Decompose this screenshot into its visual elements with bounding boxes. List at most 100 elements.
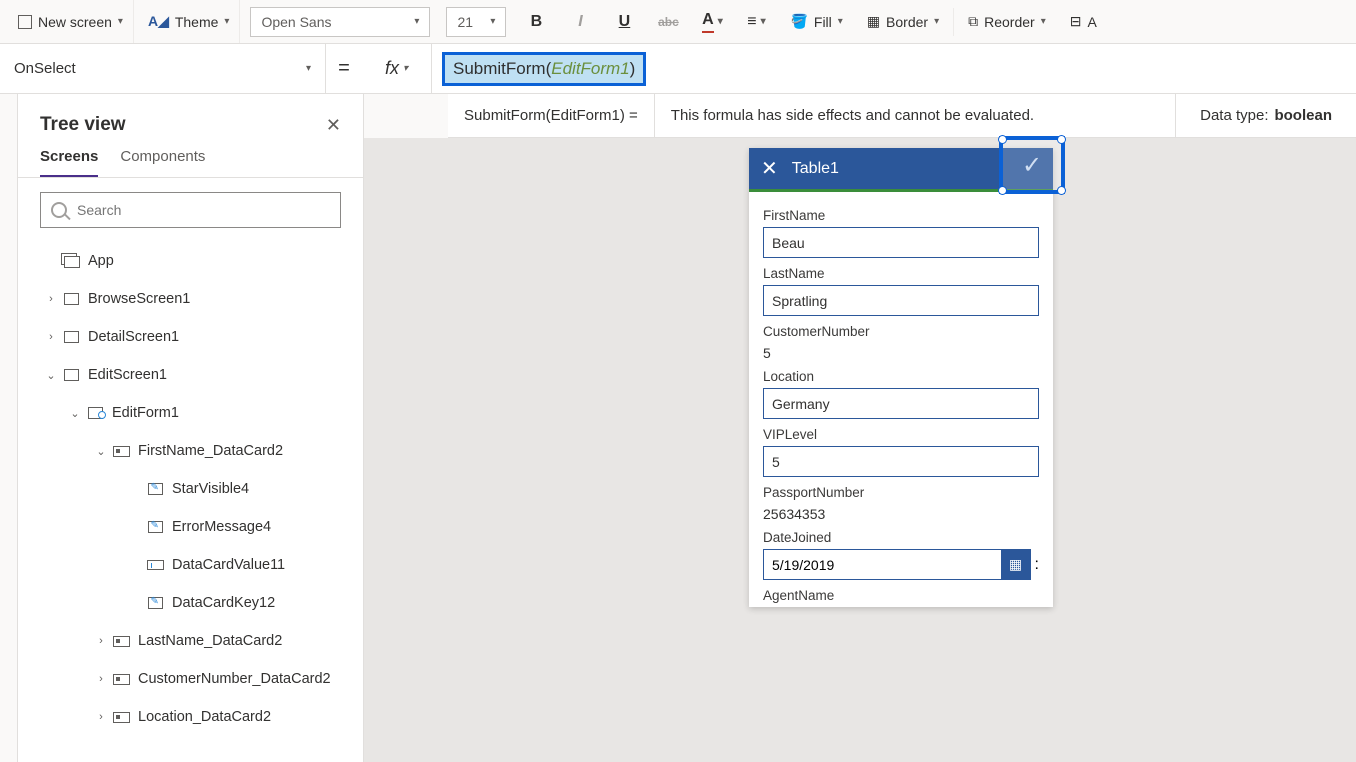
- equals-label: =: [326, 57, 362, 80]
- chevron-down-icon: ▾: [224, 16, 229, 27]
- italic-button[interactable]: I: [560, 0, 600, 43]
- date-input[interactable]: [763, 549, 1001, 580]
- check-icon: ✓: [1022, 151, 1042, 180]
- underline-button[interactable]: U: [604, 0, 644, 43]
- font-combo[interactable]: Open Sans ▾: [250, 7, 430, 37]
- tree-node-datacardvalue[interactable]: DataCardValue11: [18, 546, 363, 584]
- new-screen-button[interactable]: New screen ▾: [8, 0, 134, 43]
- strike-button[interactable]: abc: [648, 0, 688, 43]
- chevron-down-icon: ▾: [838, 16, 843, 27]
- tree-node-location-card[interactable]: ›Location_DataCard2: [18, 698, 363, 736]
- datacard-icon: [113, 636, 130, 647]
- tree-label: BrowseScreen1: [88, 291, 190, 307]
- fill-button[interactable]: 🪣 Fill ▾: [780, 0, 852, 43]
- submit-button[interactable]: ✓: [999, 136, 1065, 194]
- chevron-down-icon: ▾: [934, 16, 939, 27]
- chevron-down-icon: ▾: [306, 63, 311, 74]
- formula-input[interactable]: SubmitForm(EditForm1): [442, 52, 646, 86]
- fontcolor-button[interactable]: A▾: [692, 0, 732, 43]
- firstname-input[interactable]: [763, 227, 1039, 258]
- tree-label: LastName_DataCard2: [138, 633, 282, 649]
- custnum-value: 5: [763, 345, 1039, 361]
- top-toolbar: New screen ▾ A◢ Theme ▾ Open Sans ▾ 21 ▾…: [0, 0, 1356, 44]
- lastname-input[interactable]: [763, 285, 1039, 316]
- close-icon[interactable]: ✕: [326, 115, 341, 136]
- tab-screens[interactable]: Screens: [40, 148, 98, 177]
- tree-label: EditScreen1: [88, 367, 167, 383]
- agent-label: AgentName: [763, 588, 1039, 603]
- chevron-down-icon: ▾: [490, 16, 495, 27]
- tree-node-browsescreen[interactable]: ›BrowseScreen1: [18, 280, 363, 318]
- bold-button[interactable]: B: [516, 0, 556, 43]
- tree-node-firstname-card[interactable]: ⌄FirstName_DataCard2: [18, 432, 363, 470]
- fill-label: Fill: [814, 14, 832, 30]
- formula-bar: OnSelect ▾ = fx ▾ SubmitForm(EditForm1): [0, 44, 1356, 94]
- tree-node-custnum-card[interactable]: ›CustomerNumber_DataCard2: [18, 660, 363, 698]
- border-icon: ▦: [867, 13, 880, 30]
- formula-fn-name: SubmitForm: [453, 59, 546, 78]
- passport-value: 25634353: [763, 506, 1039, 522]
- theme-button[interactable]: A◢ Theme ▾: [138, 0, 241, 43]
- fontsize-combo[interactable]: 21 ▾: [446, 7, 506, 37]
- form-preview: ✕ Table1 ✓ FirstName LastName CustomerNu…: [749, 148, 1053, 607]
- search-input[interactable]: [77, 202, 330, 218]
- form-body: FirstName LastName CustomerNumber 5 Loca…: [749, 192, 1053, 607]
- align-icon: ≡: [747, 13, 756, 31]
- chevron-down-icon: ▾: [118, 16, 123, 27]
- fontsize-value: 21: [457, 14, 473, 30]
- textinput-icon: [147, 560, 164, 570]
- reorder-icon: ⧉: [968, 13, 978, 30]
- lastname-label: LastName: [763, 266, 1039, 281]
- screen-icon: [64, 331, 79, 343]
- label-icon: [148, 597, 163, 609]
- chevron-down-icon: ▾: [718, 16, 723, 27]
- search-icon: [51, 202, 67, 218]
- tree-label: DataCardValue11: [172, 557, 285, 573]
- vip-input[interactable]: [763, 446, 1039, 477]
- border-button[interactable]: ▦ Border ▾: [857, 0, 949, 43]
- tree-node-datacardkey[interactable]: DataCardKey12: [18, 584, 363, 622]
- tree-node-starvisible[interactable]: StarVisible4: [18, 470, 363, 508]
- fx-button[interactable]: fx ▾: [362, 44, 432, 93]
- calendar-icon: ▦: [1009, 556, 1022, 573]
- app-icon: [63, 255, 79, 267]
- tab-components[interactable]: Components: [120, 148, 205, 177]
- tree-node-lastname-card[interactable]: ›LastName_DataCard2: [18, 622, 363, 660]
- chevron-down-icon: ▾: [1041, 16, 1046, 27]
- border-label: Border: [886, 14, 928, 30]
- tree-node-errormessage[interactable]: ErrorMessage4: [18, 508, 363, 546]
- datatype-label: Data type:: [1200, 107, 1268, 124]
- formula-result-bar: SubmitForm(EditForm1) = This formula has…: [448, 94, 1356, 138]
- paint-icon: 🪣: [790, 13, 807, 30]
- tree-title: Tree view: [40, 114, 126, 136]
- vip-label: VIPLevel: [763, 427, 1039, 442]
- tree-scroll[interactable]: App ›BrowseScreen1 ›DetailScreen1 ⌄EditS…: [18, 242, 363, 760]
- formula-fn-arg: EditForm1: [551, 59, 629, 78]
- tree-node-editform[interactable]: ⌄EditForm1: [18, 394, 363, 432]
- location-input[interactable]: [763, 388, 1039, 419]
- cancel-icon[interactable]: ✕: [761, 156, 778, 181]
- formula-result-rhs: This formula has side effects and cannot…: [655, 107, 1175, 124]
- tree-node-app[interactable]: App: [18, 242, 363, 280]
- tree-node-editscreen[interactable]: ⌄EditScreen1: [18, 356, 363, 394]
- tree-search[interactable]: [40, 192, 341, 228]
- datatype-value: boolean: [1274, 107, 1332, 124]
- design-canvas[interactable]: ✕ Table1 ✓ FirstName LastName CustomerNu…: [364, 138, 1356, 762]
- align-label: A: [1087, 14, 1096, 30]
- tree-label: DataCardKey12: [172, 595, 275, 611]
- chevron-down-icon: ▾: [403, 63, 408, 74]
- align-button[interactable]: ⊟ A: [1060, 0, 1107, 43]
- firstname-label: FirstName: [763, 208, 1039, 223]
- chevron-down-icon: ▾: [761, 16, 766, 27]
- tree-label: EditForm1: [112, 405, 179, 421]
- tree-label: CustomerNumber_DataCard2: [138, 671, 331, 687]
- tree-node-detailscreen[interactable]: ›DetailScreen1: [18, 318, 363, 356]
- custnum-label: CustomerNumber: [763, 324, 1039, 339]
- date-label: DateJoined: [763, 530, 1039, 545]
- textalign-button[interactable]: ≡▾: [736, 0, 776, 43]
- screen-icon: [64, 293, 79, 305]
- reorder-button[interactable]: ⧉ Reorder ▾: [958, 0, 1056, 43]
- left-rail: [0, 94, 18, 762]
- property-selector[interactable]: OnSelect ▾: [0, 44, 326, 94]
- datepicker-button[interactable]: ▦: [1001, 549, 1031, 580]
